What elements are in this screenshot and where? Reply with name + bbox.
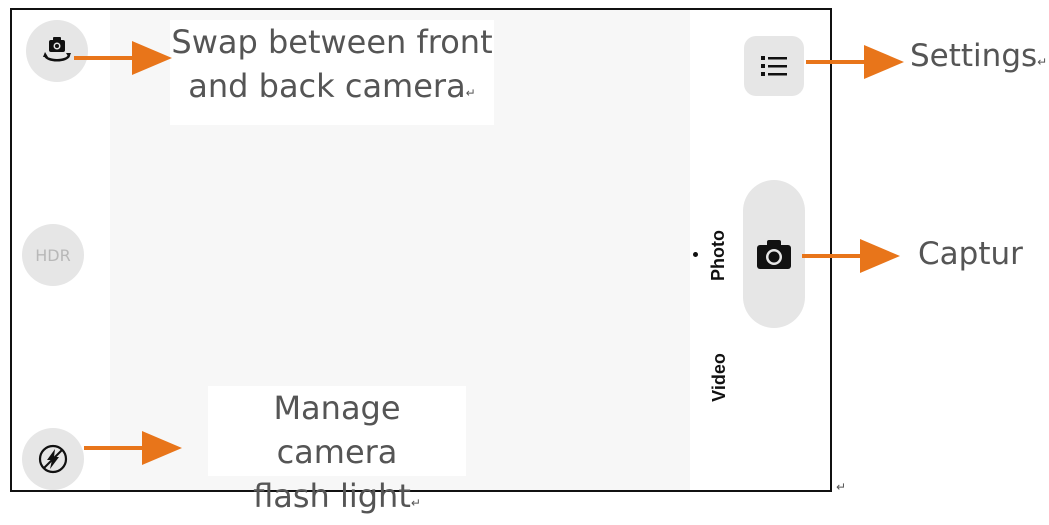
flash-button[interactable] xyxy=(22,428,84,490)
selected-mode-indicator xyxy=(693,252,698,257)
swap-callout-line2: and back camera↵ xyxy=(188,67,476,105)
mode-photo[interactable]: Photo xyxy=(708,230,729,281)
flash-arrow xyxy=(84,431,182,465)
capture-callout: Captur xyxy=(918,232,1028,278)
page-end-return-mark: ↵ xyxy=(836,480,847,494)
mode-video[interactable]: Video xyxy=(709,353,730,402)
swap-callout-line1: Swap between front xyxy=(171,23,493,61)
flash-callout: Manage camera flash light↵ xyxy=(208,386,466,515)
capture-button[interactable] xyxy=(743,180,805,328)
swap-arrow xyxy=(74,41,172,75)
list-icon xyxy=(759,53,789,79)
settings-button[interactable] xyxy=(744,36,804,96)
hdr-label: HDR xyxy=(35,245,71,265)
capture-arrow xyxy=(802,239,900,273)
settings-arrow xyxy=(806,45,904,79)
swap-callout: Swap between front and back camera↵ xyxy=(170,20,494,125)
settings-callout: Settings↵ xyxy=(910,34,1047,80)
camera-swap-icon xyxy=(40,34,74,68)
flash-off-icon xyxy=(36,442,70,476)
camera-icon xyxy=(754,237,794,271)
hdr-button[interactable]: HDR xyxy=(22,224,84,286)
flash-callout-line1: Manage camera xyxy=(273,389,401,471)
